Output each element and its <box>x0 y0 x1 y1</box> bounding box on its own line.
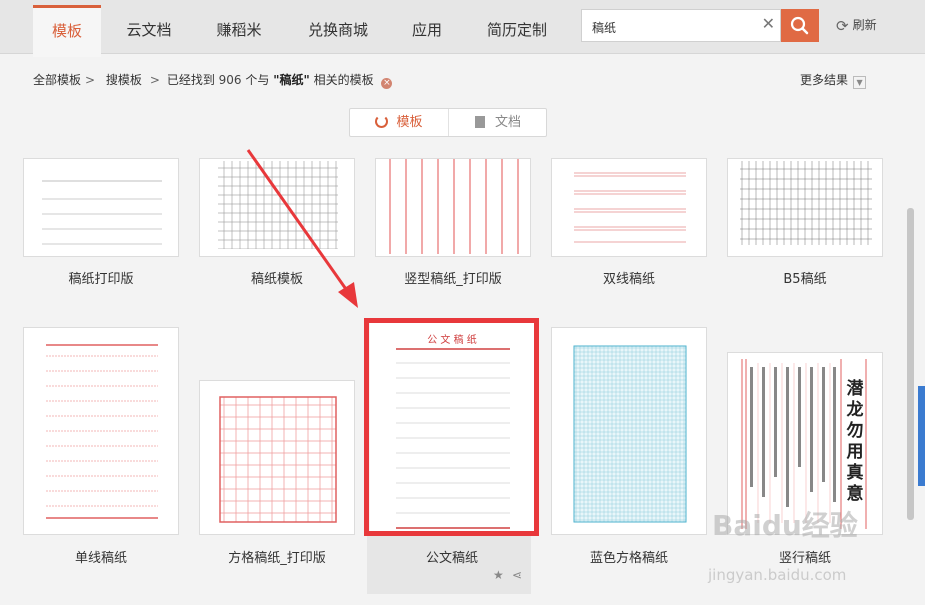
watermark-url: jingyan.baidu.com <box>708 566 847 584</box>
watermark-logo: Baidu经验 <box>712 509 858 542</box>
scrollbar[interactable] <box>907 208 914 520</box>
side-collapse-tab[interactable] <box>918 386 925 486</box>
